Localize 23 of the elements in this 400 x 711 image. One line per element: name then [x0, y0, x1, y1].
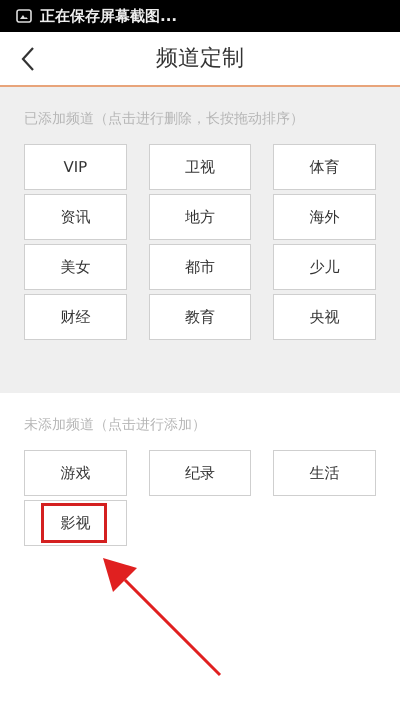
channel-button[interactable]: 少儿 — [273, 244, 376, 290]
channel-button[interactable]: 美女 — [24, 244, 127, 290]
image-icon — [16, 9, 32, 23]
page-title: 频道定制 — [156, 45, 244, 73]
channel-button[interactable]: 财经 — [24, 294, 127, 340]
channel-button[interactable]: 地方 — [148, 194, 252, 240]
channel-button[interactable]: 纪录 — [148, 450, 252, 496]
highlight-box — [41, 503, 107, 543]
channel-button[interactable]: 生活 — [273, 450, 376, 496]
section-label: 未添加频道（点击进行添加） — [24, 416, 207, 435]
notification-text: 正在保存屏幕截图... — [40, 6, 178, 27]
channel-button[interactable]: 都市 — [148, 244, 252, 290]
channel-button[interactable]: 海外 — [273, 194, 376, 240]
channel-button[interactable]: 体育 — [273, 144, 376, 190]
channel-button[interactable]: 央视 — [273, 294, 376, 340]
channel-button[interactable]: VIP — [24, 144, 127, 190]
channel-button[interactable]: 游戏 — [24, 450, 127, 496]
back-icon — [21, 46, 35, 72]
channel-button[interactable]: 资讯 — [24, 194, 127, 240]
channel-button[interactable]: 卫视 — [148, 144, 252, 190]
channel-button[interactable]: 教育 — [148, 294, 252, 340]
section-label: 已添加频道（点击进行删除，长按拖动排序） — [24, 110, 305, 129]
channel-button[interactable]: 影视 — [24, 500, 127, 546]
